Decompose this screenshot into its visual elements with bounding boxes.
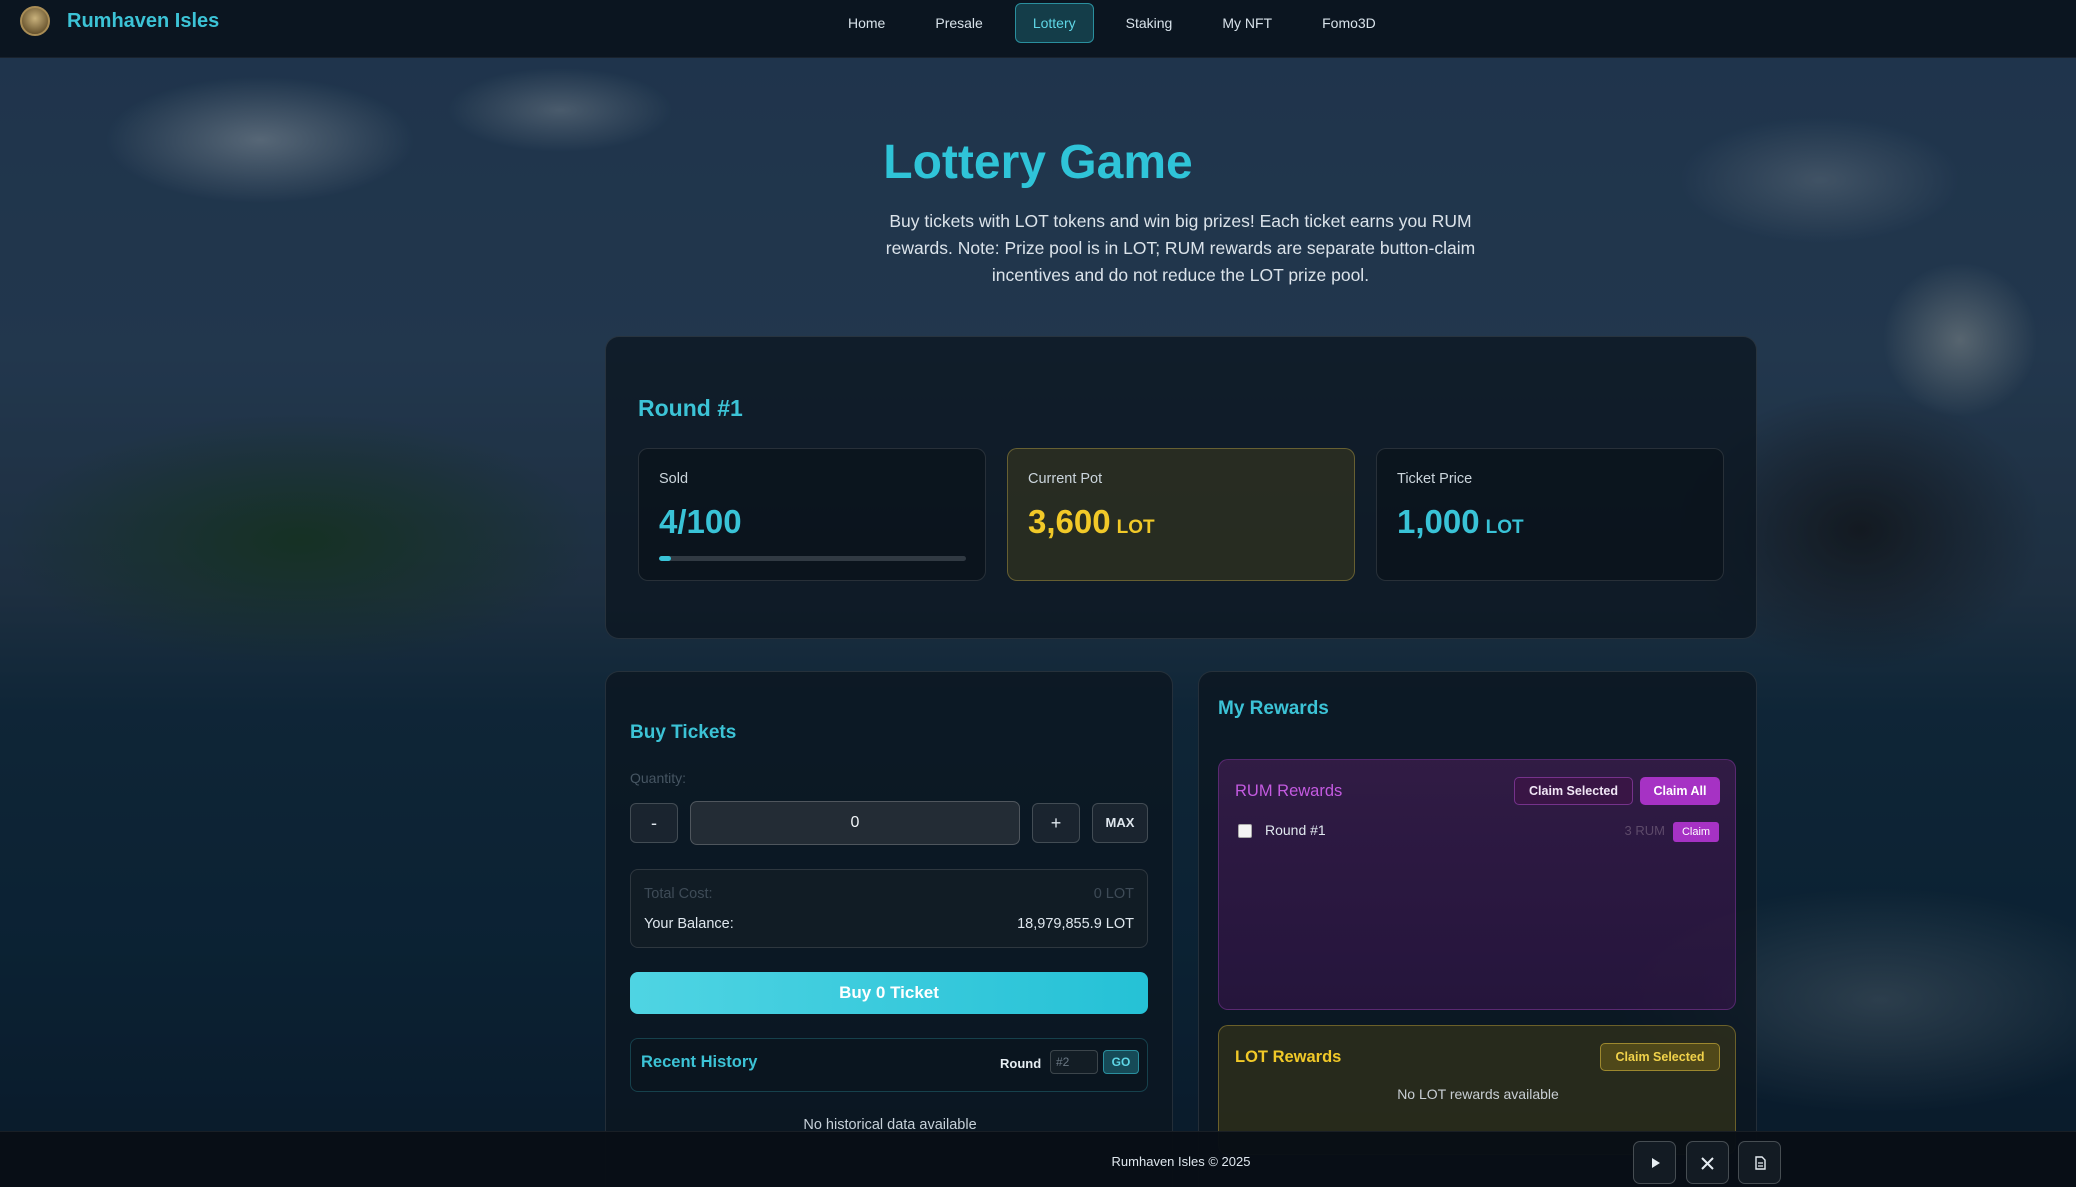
lot-claim-selected-button[interactable]: Claim Selected [1600, 1043, 1720, 1071]
max-button[interactable]: MAX [1092, 803, 1148, 843]
round-title: Round #1 [638, 395, 743, 421]
pot-unit: LOT [1116, 517, 1155, 538]
price-value: 1,000 [1397, 503, 1480, 540]
balance-value: 18,979,855.9 LOT [1017, 916, 1134, 932]
current-pot-card: Current Pot 3,600 LOT [1007, 448, 1355, 581]
balance-label: Your Balance: [644, 916, 734, 932]
buy-tickets-panel: Buy Tickets Quantity: - + MAX Total Cost… [605, 671, 1173, 1187]
nav-item-fomo3d[interactable]: Fomo3D [1304, 3, 1394, 43]
my-rewards-panel: My Rewards RUM Rewards Claim Selected Cl… [1198, 671, 1757, 1187]
buy-tickets-title: Buy Tickets [630, 722, 737, 743]
rum-reward-row: Round #1 3 RUM Claim [1238, 819, 1719, 843]
sold-value: 4/100 [659, 503, 742, 540]
quantity-decrement-button[interactable]: - [630, 803, 678, 843]
quantity-increment-button[interactable]: + [1032, 803, 1080, 843]
price-unit: LOT [1485, 517, 1524, 538]
pot-value-wrap: 3,600 LOT [1028, 503, 1155, 541]
nav-item-lottery[interactable]: Lottery [1014, 3, 1094, 43]
rum-claim-all-button[interactable]: Claim All [1640, 777, 1720, 805]
top-navbar: Rumhaven Isles Home Presale Lottery Stak… [0, 0, 2076, 58]
nav-item-my-nft[interactable]: My NFT [1204, 3, 1290, 43]
quantity-label: Quantity: [630, 770, 687, 786]
rum-rewards-title: RUM Rewards [1235, 782, 1343, 800]
rum-claim-selected-button[interactable]: Claim Selected [1514, 777, 1633, 805]
pot-value: 3,600 [1028, 503, 1111, 540]
brand-name[interactable]: Rumhaven Isles [67, 10, 219, 33]
nav-item-presale[interactable]: Presale [917, 3, 1000, 43]
nav-links: Home Presale Lottery Staking My NFT Fomo… [830, 3, 1408, 43]
total-cost-row: Total Cost: 0 LOT [644, 886, 1134, 902]
nav-item-home[interactable]: Home [830, 3, 903, 43]
play-icon[interactable] [1633, 1141, 1676, 1184]
x-icon[interactable] [1686, 1141, 1729, 1184]
round-filter-label: Round [1000, 1056, 1042, 1071]
no-lot-rewards-message: No LOT rewards available [1397, 1086, 1559, 1102]
my-rewards-title: My Rewards [1218, 698, 1329, 719]
total-cost-label: Total Cost: [644, 886, 713, 902]
recent-history-bar: Recent History Round GO [630, 1038, 1148, 1092]
sold-progress-bar [659, 556, 966, 561]
balance-row: Your Balance: 18,979,855.9 LOT [644, 916, 1134, 932]
total-cost-value: 0 LOT [1093, 886, 1134, 902]
price-value-wrap: 1,000 LOT [1397, 503, 1524, 541]
reward-checkbox[interactable] [1238, 824, 1252, 838]
reward-amount: 3 RUM [1624, 823, 1665, 838]
recent-history-title: Recent History [641, 1053, 758, 1071]
buy-ticket-button[interactable]: Buy 0 Ticket [630, 972, 1148, 1014]
sold-progress-fill [659, 556, 672, 561]
ticket-price-card: Ticket Price 1,000 LOT [1376, 448, 1724, 581]
brand-logo-icon[interactable] [20, 6, 50, 36]
page-description: Buy tickets with LOT tokens and win big … [885, 211, 1476, 285]
page-title: Lottery Game [883, 136, 1193, 189]
quantity-input[interactable] [690, 801, 1020, 845]
pot-label: Current Pot [1028, 471, 1103, 487]
document-icon[interactable] [1738, 1141, 1781, 1184]
price-label: Ticket Price [1397, 471, 1473, 487]
nav-item-staking[interactable]: Staking [1108, 3, 1191, 43]
sold-card: Sold 4/100 [638, 448, 986, 581]
rum-rewards-box: RUM Rewards Claim Selected Claim All Rou… [1218, 759, 1736, 1010]
footer: Rumhaven Isles © 2025 [0, 1131, 2076, 1187]
round-filter-input[interactable] [1050, 1050, 1098, 1074]
sold-label: Sold [659, 471, 689, 487]
lot-rewards-title: LOT Rewards [1235, 1048, 1342, 1066]
go-button[interactable]: GO [1103, 1050, 1139, 1074]
reward-round-label: Round #1 [1265, 822, 1326, 838]
reward-claim-button[interactable]: Claim [1673, 822, 1719, 842]
cost-summary: Total Cost: 0 LOT Your Balance: 18,979,8… [630, 869, 1148, 948]
round-panel: Round #1 Sold 4/100 Current Pot 3,600 LOT… [605, 336, 1757, 639]
